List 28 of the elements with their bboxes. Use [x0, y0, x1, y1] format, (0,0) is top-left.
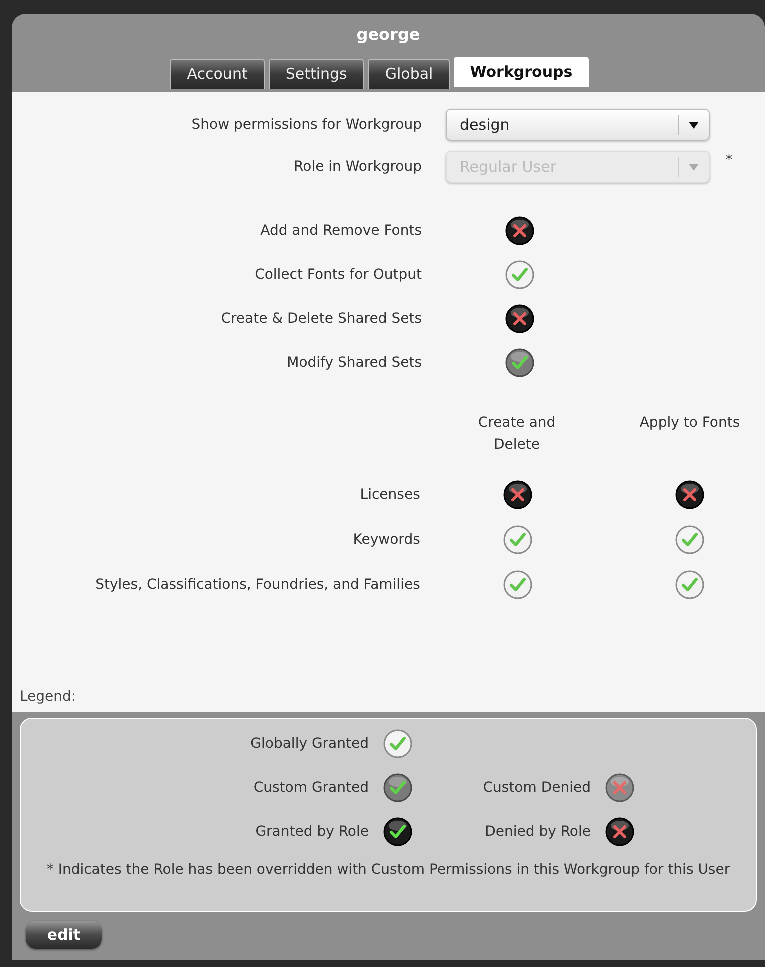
- legend-title: Legend:: [20, 688, 76, 707]
- legend-note: * Indicates the Role has been overridden with Custom Permissions in this Workgroup for this User: [46, 861, 732, 880]
- field-label: Role in Workgroup: [293, 158, 422, 176]
- edit-button[interactable]: edit: [26, 921, 102, 949]
- row-label: Keywords: [352, 530, 420, 550]
- legend-label: Custom Granted: [254, 778, 369, 798]
- window-title: george: [356, 24, 420, 46]
- caret-icon: [689, 164, 699, 170]
- tab[interactable]: Global: [368, 59, 450, 89]
- row-label: Styles, Classifications, Foundries, and Families: [94, 576, 420, 594]
- legend-label: Globally Granted: [250, 734, 369, 754]
- caret-icon: [689, 122, 699, 128]
- permission-label: Add and Remove Fonts: [260, 222, 422, 240]
- permission-label: Collect Fonts for Output: [254, 266, 422, 284]
- tab[interactable]: Settings: [268, 59, 364, 89]
- tab[interactable]: Account: [170, 59, 265, 89]
- field-label: Show permissions for Workgroup: [190, 116, 422, 134]
- column-header: Create and Delete: [477, 414, 557, 455]
- row-label: Licenses: [359, 486, 420, 504]
- legend-label: Denied by Role: [485, 822, 591, 842]
- dropdown[interactable]: design: [446, 109, 710, 141]
- override-mark: *: [726, 152, 732, 170]
- tab[interactable]: Workgroups: [454, 57, 589, 87]
- legend-label: Custom Denied: [483, 778, 591, 798]
- permission-label: Modify Shared Sets: [286, 354, 422, 372]
- permission-label: Create & Delete Shared Sets: [220, 310, 422, 328]
- legend-label: Granted by Role: [256, 822, 369, 842]
- column-header: Apply to Fonts: [638, 414, 742, 433]
